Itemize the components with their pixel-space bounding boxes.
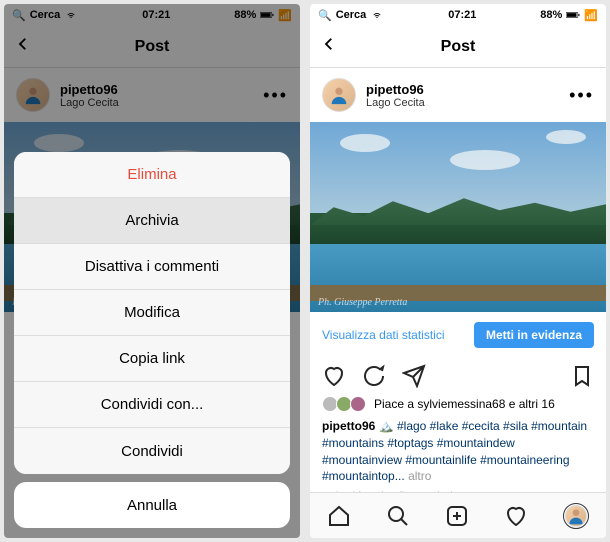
- sheet-item-disable-comments[interactable]: Disattiva i commenti: [14, 244, 290, 290]
- sheet-item-delete[interactable]: Elimina: [14, 152, 290, 198]
- clock: 07:21: [448, 9, 476, 21]
- action-row: [310, 358, 606, 394]
- battery-icon: [566, 10, 580, 20]
- caption: pipetto96 🏔️ #lago #lake #cecita #sila #…: [310, 414, 606, 489]
- phone-right: 🔍 Cerca 07:21 88% 📶 Post pipetto96 Lago …: [310, 4, 606, 538]
- search-label: Cerca: [336, 9, 367, 21]
- post-header: pipetto96 Lago Cecita •••: [310, 68, 606, 122]
- wifi-icon: [370, 10, 384, 20]
- sheet-item-edit[interactable]: Modifica: [14, 290, 290, 336]
- tab-profile[interactable]: [563, 503, 589, 529]
- phone-left: 🔍 Cerca 07:21 88% 📶 Post pipetto96 Lago …: [4, 4, 300, 538]
- likes-text: Piace a sylviemessina68 e altri 16: [374, 397, 555, 411]
- post-photo[interactable]: Ph. Giuseppe Perretta: [310, 122, 606, 312]
- promo-row: Visualizza dati statistici Metti in evid…: [310, 312, 606, 358]
- share-icon[interactable]: [402, 364, 426, 388]
- caption-more[interactable]: altro: [408, 469, 431, 483]
- liker-avatar: [350, 396, 366, 412]
- battery-pct: 88%: [540, 9, 562, 21]
- like-icon[interactable]: [322, 364, 346, 388]
- status-bar: 🔍 Cerca 07:21 88% 📶: [310, 4, 606, 26]
- action-sheet-group: Elimina Archivia Disattiva i commenti Mo…: [14, 152, 290, 474]
- caption-emoji: 🏔️: [379, 419, 394, 433]
- comment-icon[interactable]: [362, 364, 386, 388]
- tab-add-icon[interactable]: [445, 504, 469, 528]
- photo-signature: Ph. Giuseppe Perretta: [318, 297, 407, 308]
- likes-row[interactable]: Piace a sylviemessina68 e altri 16: [310, 394, 606, 414]
- tab-home-icon[interactable]: [327, 504, 351, 528]
- tab-activity-icon[interactable]: [504, 504, 528, 528]
- avatar: [565, 505, 587, 527]
- back-button[interactable]: [320, 35, 338, 58]
- sheet-item-share[interactable]: Condividi: [14, 428, 290, 474]
- sheet-item-copy-link[interactable]: Copia link: [14, 336, 290, 382]
- search-icon: 🔍: [318, 9, 332, 22]
- page-title: Post: [441, 38, 476, 56]
- location[interactable]: Lago Cecita: [366, 97, 559, 109]
- avatar[interactable]: [322, 78, 356, 112]
- tab-bar: [310, 492, 606, 538]
- username[interactable]: pipetto96: [366, 82, 559, 97]
- caption-username[interactable]: pipetto96: [322, 419, 375, 433]
- promote-button[interactable]: Metti in evidenza: [474, 322, 594, 348]
- bookmark-icon[interactable]: [570, 364, 594, 388]
- view-stats-link[interactable]: Visualizza dati statistici: [322, 328, 445, 342]
- signal-icon: 📶: [584, 9, 598, 22]
- more-options-button[interactable]: •••: [569, 85, 594, 106]
- sheet-item-share-with[interactable]: Condividi con...: [14, 382, 290, 428]
- sheet-item-archive[interactable]: Archivia: [14, 198, 290, 244]
- action-sheet: Elimina Archivia Disattiva i commenti Mo…: [14, 152, 290, 528]
- tab-search-icon[interactable]: [386, 504, 410, 528]
- nav-header: Post: [310, 26, 606, 68]
- sheet-cancel[interactable]: Annulla: [14, 482, 290, 528]
